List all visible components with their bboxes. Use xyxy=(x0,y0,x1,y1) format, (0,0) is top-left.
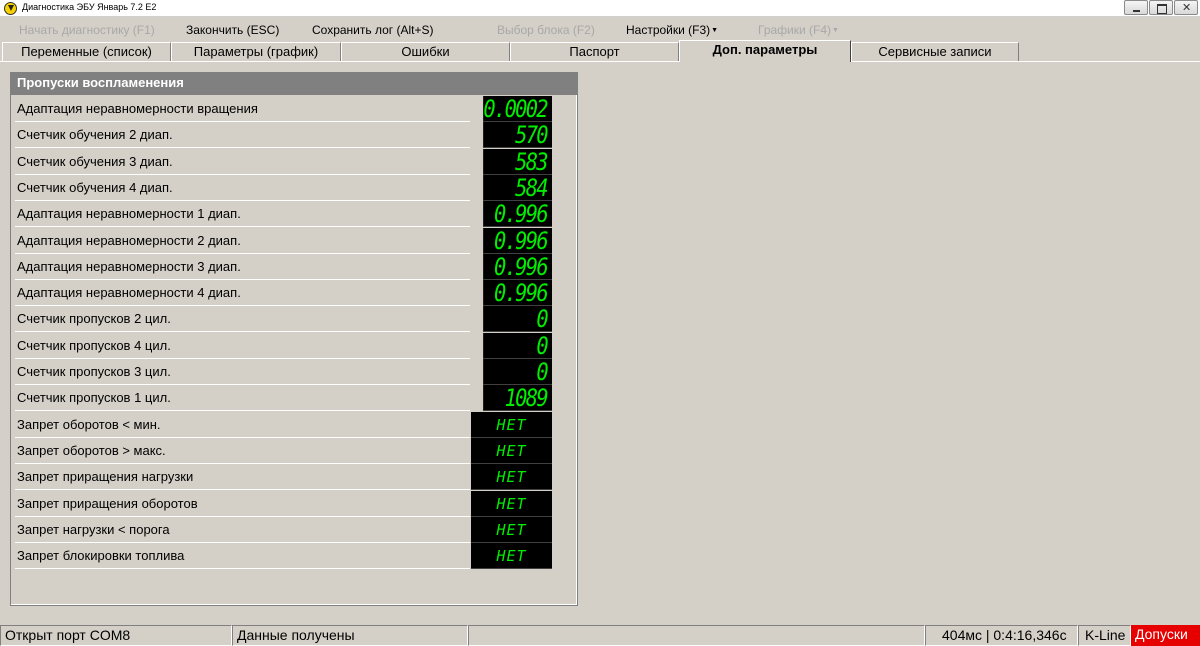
status-mode-badge: Допуски xyxy=(1131,625,1200,646)
parameter-value-display: НЕТ xyxy=(471,517,552,543)
tab-label: Паспорт xyxy=(569,44,620,59)
misfire-panel: Пропуски воспламенения Адаптация неравно… xyxy=(10,72,578,606)
parameter-label: Счетчик обучения 3 диап. xyxy=(17,154,173,169)
parameter-label: Запрет блокировки топлива xyxy=(17,548,185,563)
parameter-row: Запрет приращения оборотов xyxy=(15,491,470,517)
status-port: Открыт порт COM8 xyxy=(0,625,232,646)
tab-divider xyxy=(0,61,1200,62)
menu-label: Настройки (F3) xyxy=(626,23,711,37)
tab-variables-list[interactable]: Переменные (список) xyxy=(2,42,171,61)
menu-label: Начать диагностику (F1) xyxy=(19,23,155,37)
parameter-label: Адаптация неравномерности 3 диап. xyxy=(17,259,241,274)
dropdown-arrow-icon: ▼ xyxy=(832,27,839,34)
tab-label: Переменные (список) xyxy=(21,44,152,59)
status-protocol: K-Line xyxy=(1078,625,1131,646)
parameter-label: Счетчик пропусков 4 цил. xyxy=(17,338,171,353)
parameter-row: Счетчик пропусков 1 цил. xyxy=(15,385,470,411)
status-empty xyxy=(468,625,925,646)
tab-parameters-graph[interactable]: Параметры (график) xyxy=(171,42,341,61)
parameter-value-display: НЕТ xyxy=(471,412,552,438)
parameter-row: Счетчик пропусков 4 цил. xyxy=(15,333,470,359)
parameter-value-display: НЕТ xyxy=(471,464,552,490)
parameter-label: Счетчик обучения 2 диап. xyxy=(17,127,173,142)
menu-label: Выбор блока (F2) xyxy=(497,23,595,37)
parameter-label: Адаптация неравномерности 4 диап. xyxy=(17,285,241,300)
parameter-value-display: 0 xyxy=(483,306,552,332)
parameter-row: Счетчик пропусков 2 цил. xyxy=(15,306,470,332)
parameter-label: Запрет приращения оборотов xyxy=(17,496,198,511)
parameter-value-display: 583 xyxy=(483,149,552,175)
menu-bar: Начать диагностику (F1) Закончить (ESC) … xyxy=(0,23,1200,41)
parameter-row: Запрет нагрузки < порога xyxy=(15,517,470,543)
status-bar: Открыт порт COM8 Данные получены 404мс |… xyxy=(0,624,1200,646)
tab-label: Параметры (график) xyxy=(193,44,319,59)
parameter-label: Запрет оборотов > макс. xyxy=(17,443,166,458)
parameter-label: Адаптация неравномерности 1 диап. xyxy=(17,206,241,221)
menu-graphs[interactable]: Графики (F4)▼ xyxy=(758,23,839,37)
parameter-label: Счетчик пропусков 3 цил. xyxy=(17,364,171,379)
parameter-value-display: 0.996 xyxy=(483,280,552,306)
tab-extra-parameters[interactable]: Доп. параметры xyxy=(679,40,851,62)
parameter-value-display: 0.996 xyxy=(483,228,552,254)
menu-settings[interactable]: Настройки (F3)▼ xyxy=(626,23,718,37)
parameter-label: Запрет оборотов < мин. xyxy=(17,417,161,432)
tab-passport[interactable]: Паспорт xyxy=(510,42,679,61)
parameter-row: Счетчик пропусков 3 цил. xyxy=(15,359,470,385)
parameter-value-display: 0.996 xyxy=(483,201,552,227)
tab-label: Ошибки xyxy=(401,44,450,59)
parameter-label: Адаптация неравномерности вращения xyxy=(17,101,258,116)
window-title: Диагностика ЭБУ Январь 7.2 E2 xyxy=(22,2,157,12)
tab-label: Сервисные записи xyxy=(878,44,992,59)
menu-save-log[interactable]: Сохранить лог (Alt+S) xyxy=(312,23,434,37)
tab-label: Доп. параметры xyxy=(712,42,818,57)
menu-label: Сохранить лог (Alt+S) xyxy=(312,23,434,37)
menu-start-diagnostics[interactable]: Начать диагностику (F1) xyxy=(19,23,155,37)
parameter-row: Счетчик обучения 3 диап. xyxy=(15,149,470,175)
parameter-label: Запрет нагрузки < порога xyxy=(17,522,170,537)
parameter-row: Адаптация неравномерности 1 диап. xyxy=(15,201,470,227)
menu-label: Закончить (ESC) xyxy=(186,23,280,37)
parameter-value-display: НЕТ xyxy=(471,438,552,464)
parameter-value-display: 0 xyxy=(483,359,552,385)
menu-finish[interactable]: Закончить (ESC) xyxy=(186,23,279,37)
parameter-row: Запрет оборотов < мин. xyxy=(15,412,470,438)
parameter-value-display: 1089 xyxy=(483,385,552,411)
parameter-value-display: НЕТ xyxy=(471,543,552,569)
parameter-row: Запрет приращения нагрузки xyxy=(15,464,470,490)
parameter-value-display: 0 xyxy=(483,333,552,359)
parameter-label: Запрет приращения нагрузки xyxy=(17,469,194,484)
tab-strip: Переменные (список) Параметры (график) О… xyxy=(0,40,1200,62)
parameter-value-display: 570 xyxy=(483,122,552,148)
status-timing: 404мс | 0:4:16,346с xyxy=(925,625,1078,646)
window-controls xyxy=(1123,0,1198,15)
parameter-row: Адаптация неравномерности 3 диап. xyxy=(15,254,470,280)
parameter-row: Адаптация неравномерности 2 диап. xyxy=(15,228,470,254)
parameter-row: Адаптация неравномерности вращения xyxy=(15,96,470,122)
parameter-value-display: НЕТ xyxy=(471,491,552,517)
panel-title: Пропуски воспламенения xyxy=(11,73,577,95)
title-bar: Диагностика ЭБУ Январь 7.2 E2 xyxy=(0,0,1200,17)
dropdown-arrow-icon: ▼ xyxy=(711,27,719,34)
parameter-row: Счетчик обучения 4 диап. xyxy=(15,175,470,201)
parameter-value-display: 0.996 xyxy=(483,254,552,280)
parameter-label: Счетчик обучения 4 диап. xyxy=(17,180,173,195)
menu-label: Графики (F4) xyxy=(758,23,832,37)
parameter-row: Запрет блокировки топлива xyxy=(15,543,470,569)
tab-errors[interactable]: Ошибки xyxy=(341,42,510,61)
app-logo-icon xyxy=(4,2,17,15)
parameter-row: Адаптация неравномерности 4 диап. xyxy=(15,280,470,306)
close-icon[interactable] xyxy=(1174,0,1198,15)
parameter-label: Счетчик пропусков 2 цил. xyxy=(17,311,171,326)
parameter-label: Счетчик пропусков 1 цил. xyxy=(17,390,171,405)
minimize-icon[interactable] xyxy=(1124,0,1148,15)
status-data: Данные получены xyxy=(232,625,468,646)
parameter-value-display: 0.0002 xyxy=(483,96,552,122)
tab-service-records[interactable]: Сервисные записи xyxy=(851,42,1019,61)
parameter-row: Запрет оборотов > макс. xyxy=(15,438,470,464)
parameter-value-display: 584 xyxy=(483,175,552,201)
maximize-icon[interactable] xyxy=(1149,0,1173,15)
parameter-label: Адаптация неравномерности 2 диап. xyxy=(17,233,241,248)
menu-select-unit[interactable]: Выбор блока (F2) xyxy=(497,23,595,37)
parameter-row: Счетчик обучения 2 диап. xyxy=(15,122,470,148)
